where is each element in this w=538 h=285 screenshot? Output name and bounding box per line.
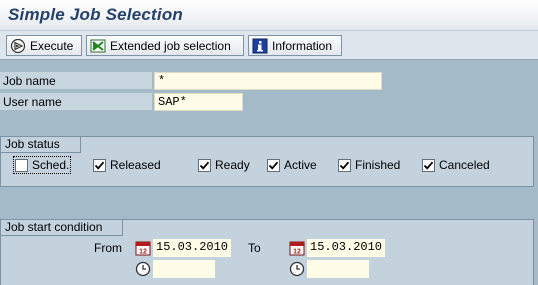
to-label: To <box>248 241 261 255</box>
to-time-field[interactable] <box>307 260 369 278</box>
user-name-field[interactable]: SAP* <box>154 93 243 111</box>
execute-button-label: Execute <box>30 38 74 53</box>
execute-icon <box>10 38 26 54</box>
extended-selection-icon <box>90 38 106 54</box>
page-title: Simple Job Selection <box>8 5 183 24</box>
checkmark-icon <box>268 161 279 170</box>
checkmark-icon <box>199 161 210 170</box>
status-checkbox-sched[interactable]: Sched. <box>12 156 72 174</box>
job-start-condition-title: Job start condition <box>1 220 124 236</box>
information-button[interactable]: Information <box>248 35 342 56</box>
checkmark-icon <box>339 161 350 170</box>
checkbox-box[interactable] <box>338 158 351 172</box>
checkmark-icon <box>94 161 105 170</box>
checkbox-box[interactable] <box>422 158 435 172</box>
checkbox-box[interactable] <box>198 158 211 172</box>
svg-text:12: 12 <box>293 249 301 256</box>
application-toolbar: Execute Extended job selection Informati… <box>0 31 538 60</box>
to-date-field[interactable]: 15.03.2010 <box>307 239 385 257</box>
from-date-field[interactable]: 15.03.2010 <box>153 239 231 257</box>
from-label: From <box>94 241 122 255</box>
checkbox-box[interactable] <box>15 158 28 172</box>
job-name-field[interactable]: * <box>154 72 382 90</box>
status-checkbox-canceled[interactable]: Canceled <box>422 158 490 172</box>
status-checkbox-active[interactable]: Active <box>267 158 317 172</box>
job-status-title: Job status <box>1 137 81 153</box>
status-checkbox-label: Ready <box>215 158 250 172</box>
job-start-condition-group: Job start condition From 12 15.03.2010 T… <box>0 219 534 285</box>
clock-icon[interactable] <box>289 261 305 277</box>
extended-job-selection-button[interactable]: Extended job selection <box>86 35 244 56</box>
status-checkbox-label: Active <box>284 158 317 172</box>
status-checkbox-finished[interactable]: Finished <box>338 158 400 172</box>
status-checkbox-label: Released <box>110 158 161 172</box>
information-button-label: Information <box>272 38 333 53</box>
info-icon <box>252 38 268 54</box>
calendar-icon[interactable]: 12 <box>289 240 305 256</box>
checkmark-icon <box>423 161 434 170</box>
execute-button[interactable]: Execute <box>6 35 82 56</box>
status-checkbox-label: Sched. <box>32 158 70 172</box>
extended-job-selection-label: Extended job selection <box>110 38 231 53</box>
from-time-field[interactable] <box>153 260 215 278</box>
status-checkbox-ready[interactable]: Ready <box>198 158 250 172</box>
job-name-label: Job name <box>0 72 152 90</box>
status-checkbox-label: Canceled <box>439 158 490 172</box>
checkbox-box[interactable] <box>93 158 106 172</box>
user-name-label: User name <box>0 93 152 111</box>
svg-text:12: 12 <box>139 249 147 256</box>
status-checkbox-released[interactable]: Released <box>93 158 161 172</box>
title-bar: Simple Job Selection <box>0 0 538 31</box>
status-checkbox-label: Finished <box>355 158 401 172</box>
job-status-group: Job status Sched. Released Ready Active Fini… <box>0 136 534 187</box>
clock-icon[interactable] <box>135 261 151 277</box>
checkbox-box[interactable] <box>267 158 280 172</box>
calendar-icon[interactable]: 12 <box>135 240 151 256</box>
